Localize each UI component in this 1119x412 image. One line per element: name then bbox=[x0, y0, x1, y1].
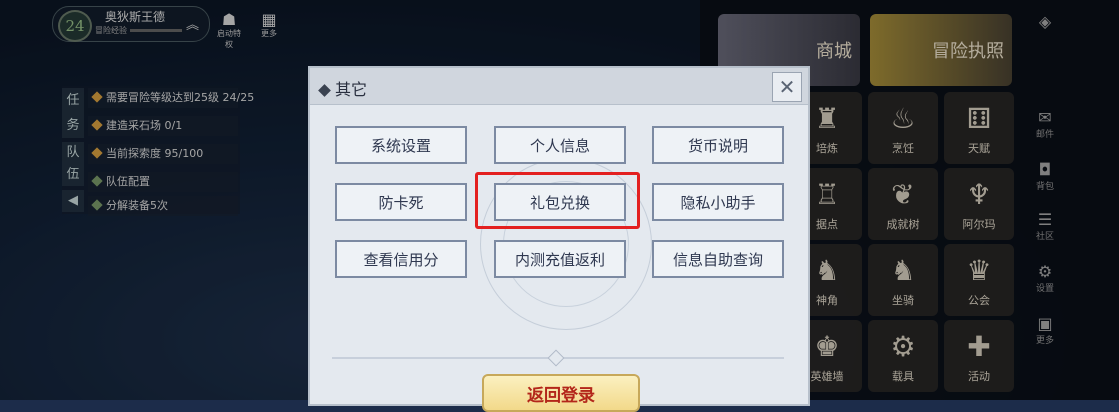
option-self-query[interactable]: 信息自助查询 bbox=[652, 240, 784, 278]
option-anti-freeze[interactable]: 防卡死 bbox=[335, 183, 467, 221]
highlight-box bbox=[475, 172, 640, 229]
close-icon[interactable]: ✕ bbox=[772, 72, 802, 102]
option-currency-info[interactable]: 货币说明 bbox=[652, 126, 784, 164]
divider bbox=[332, 349, 784, 367]
dialog-header: 其它 ✕ bbox=[310, 68, 808, 105]
option-system-settings[interactable]: 系统设置 bbox=[335, 126, 467, 164]
option-privacy-helper[interactable]: 隐私小助手 bbox=[652, 183, 784, 221]
dialog-title: 其它 bbox=[318, 76, 367, 100]
option-credit-score[interactable]: 查看信用分 bbox=[335, 240, 467, 278]
back-to-login-button[interactable]: 返回登录 bbox=[482, 374, 640, 412]
option-personal-info[interactable]: 个人信息 bbox=[494, 126, 626, 164]
option-beta-rebate[interactable]: 内测充值返利 bbox=[494, 240, 626, 278]
